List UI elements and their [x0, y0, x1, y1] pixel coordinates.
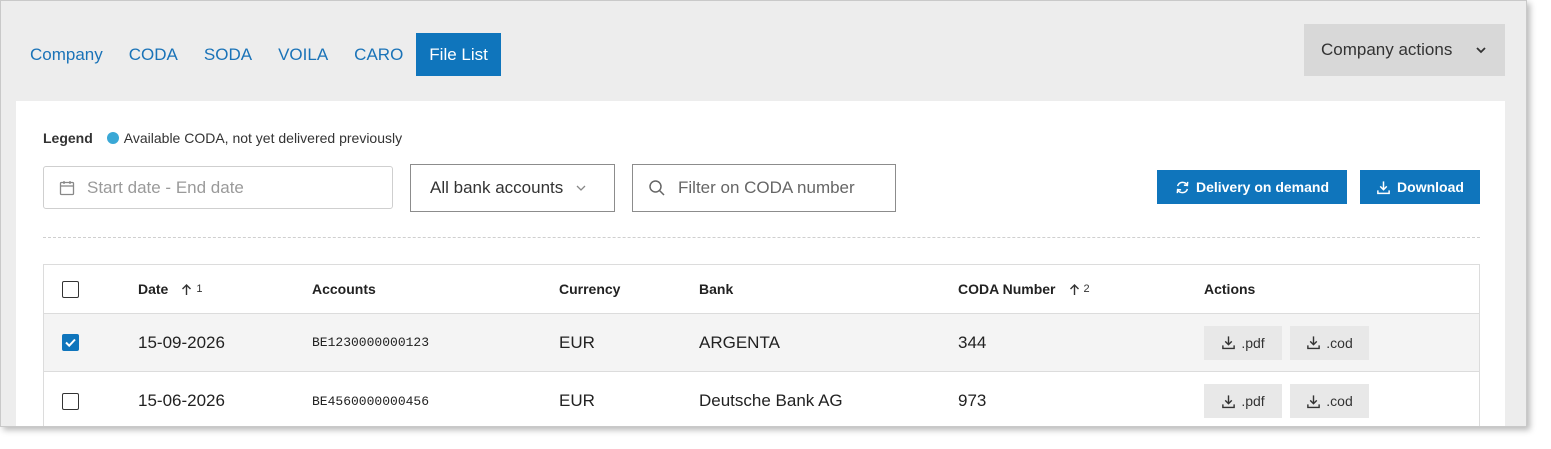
- chevron-down-icon: [576, 185, 586, 191]
- arrow-up-icon: [182, 283, 192, 295]
- arrow-up-icon: [1069, 283, 1079, 295]
- column-header-bank: Bank: [699, 281, 734, 297]
- cell-account: BE1230000000123: [312, 335, 430, 350]
- table-header-row: Date 1 Accounts Currency Bank CODA Numbe…: [44, 265, 1479, 314]
- cell-bank: ARGENTA: [699, 332, 780, 352]
- download-pdf-button[interactable]: .pdf: [1204, 384, 1282, 418]
- download-icon: [1307, 394, 1321, 408]
- sort-indicator: 2: [1068, 283, 1090, 296]
- legend-dot-icon: [106, 132, 119, 144]
- company-actions-label: Company actions: [1321, 40, 1453, 59]
- column-header-date[interactable]: Date 1: [138, 265, 202, 313]
- download-icon: [1307, 336, 1321, 350]
- column-header-actions: Actions: [1204, 281, 1256, 297]
- cell-currency: EUR: [559, 391, 595, 410]
- divider: [43, 237, 1480, 238]
- date-range-picker[interactable]: Start date - End date: [43, 166, 393, 209]
- download-cod-button[interactable]: .cod: [1290, 384, 1369, 418]
- legend: Legend Available CODA, not yet delivered…: [43, 130, 402, 146]
- file-list-panel: Legend Available CODA, not yet delivered…: [16, 101, 1505, 426]
- date-range-placeholder: Start date - End date: [87, 177, 244, 197]
- row-checkbox[interactable]: [62, 334, 79, 351]
- cell-date: 15-06-2026: [138, 391, 225, 410]
- column-header-accounts: Accounts: [312, 281, 376, 297]
- cell-date: 15-09-2026: [138, 332, 225, 352]
- coda-number-input[interactable]: [678, 178, 878, 198]
- column-header-currency: Currency: [559, 281, 621, 297]
- row-checkbox[interactable]: [62, 392, 79, 410]
- cell-bank: Deutsche Bank AG: [699, 391, 843, 410]
- tab-voila[interactable]: VOILA: [265, 33, 341, 76]
- cell-account: BE4560000000456: [312, 393, 430, 409]
- tab-coda[interactable]: CODA: [116, 33, 191, 76]
- calendar-icon: [59, 180, 75, 195]
- column-header-coda-number[interactable]: CODA Number 2: [958, 265, 1090, 313]
- chevron-down-icon: [1476, 47, 1486, 54]
- download-cod-button[interactable]: .cod: [1290, 325, 1369, 360]
- table-row: 15-06-2026 BE4560000000456 EUR Deutsche …: [44, 372, 1479, 426]
- company-actions-dropdown[interactable]: Company actions: [1304, 24, 1505, 76]
- bank-accounts-value: All bank accounts: [430, 178, 564, 197]
- app-window: Company CODA SODA VOILA CARO File List C…: [0, 0, 1527, 427]
- tab-soda[interactable]: SODA: [191, 33, 265, 76]
- download-button[interactable]: Download: [1360, 170, 1480, 204]
- download-icon: [1222, 394, 1236, 408]
- coda-number-filter: [632, 164, 896, 212]
- download-pdf-button[interactable]: .pdf: [1204, 325, 1282, 360]
- table-row: 15-09-2026 BE1230000000123 EUR ARGENTA 3…: [44, 314, 1479, 372]
- delivery-on-demand-label: Delivery on demand: [1195, 179, 1330, 195]
- refresh-icon: [1176, 181, 1189, 193]
- cell-currency: EUR: [559, 332, 595, 352]
- search-icon: [649, 180, 665, 196]
- cell-coda-number: 344: [958, 332, 987, 352]
- select-all-checkbox[interactable]: [62, 280, 79, 298]
- check-icon: [65, 338, 76, 348]
- download-label: Download: [1397, 179, 1464, 195]
- delivery-on-demand-button[interactable]: Delivery on demand: [1157, 170, 1347, 204]
- nav-tabs: Company CODA SODA VOILA CARO File List: [17, 33, 501, 76]
- tab-file-list[interactable]: File List: [416, 33, 501, 76]
- bank-accounts-select[interactable]: All bank accounts: [410, 164, 615, 212]
- legend-title: Legend: [43, 130, 93, 146]
- download-icon: [1377, 180, 1390, 194]
- tab-company[interactable]: Company: [17, 33, 116, 76]
- download-icon: [1222, 336, 1236, 350]
- tab-caro[interactable]: CARO: [341, 33, 416, 76]
- cell-coda-number: 973: [958, 391, 987, 410]
- file-table: Date 1 Accounts Currency Bank CODA Numbe…: [43, 264, 1480, 426]
- legend-item-label: Available CODA, not yet delivered previo…: [123, 130, 403, 146]
- sort-indicator: 1: [180, 283, 202, 296]
